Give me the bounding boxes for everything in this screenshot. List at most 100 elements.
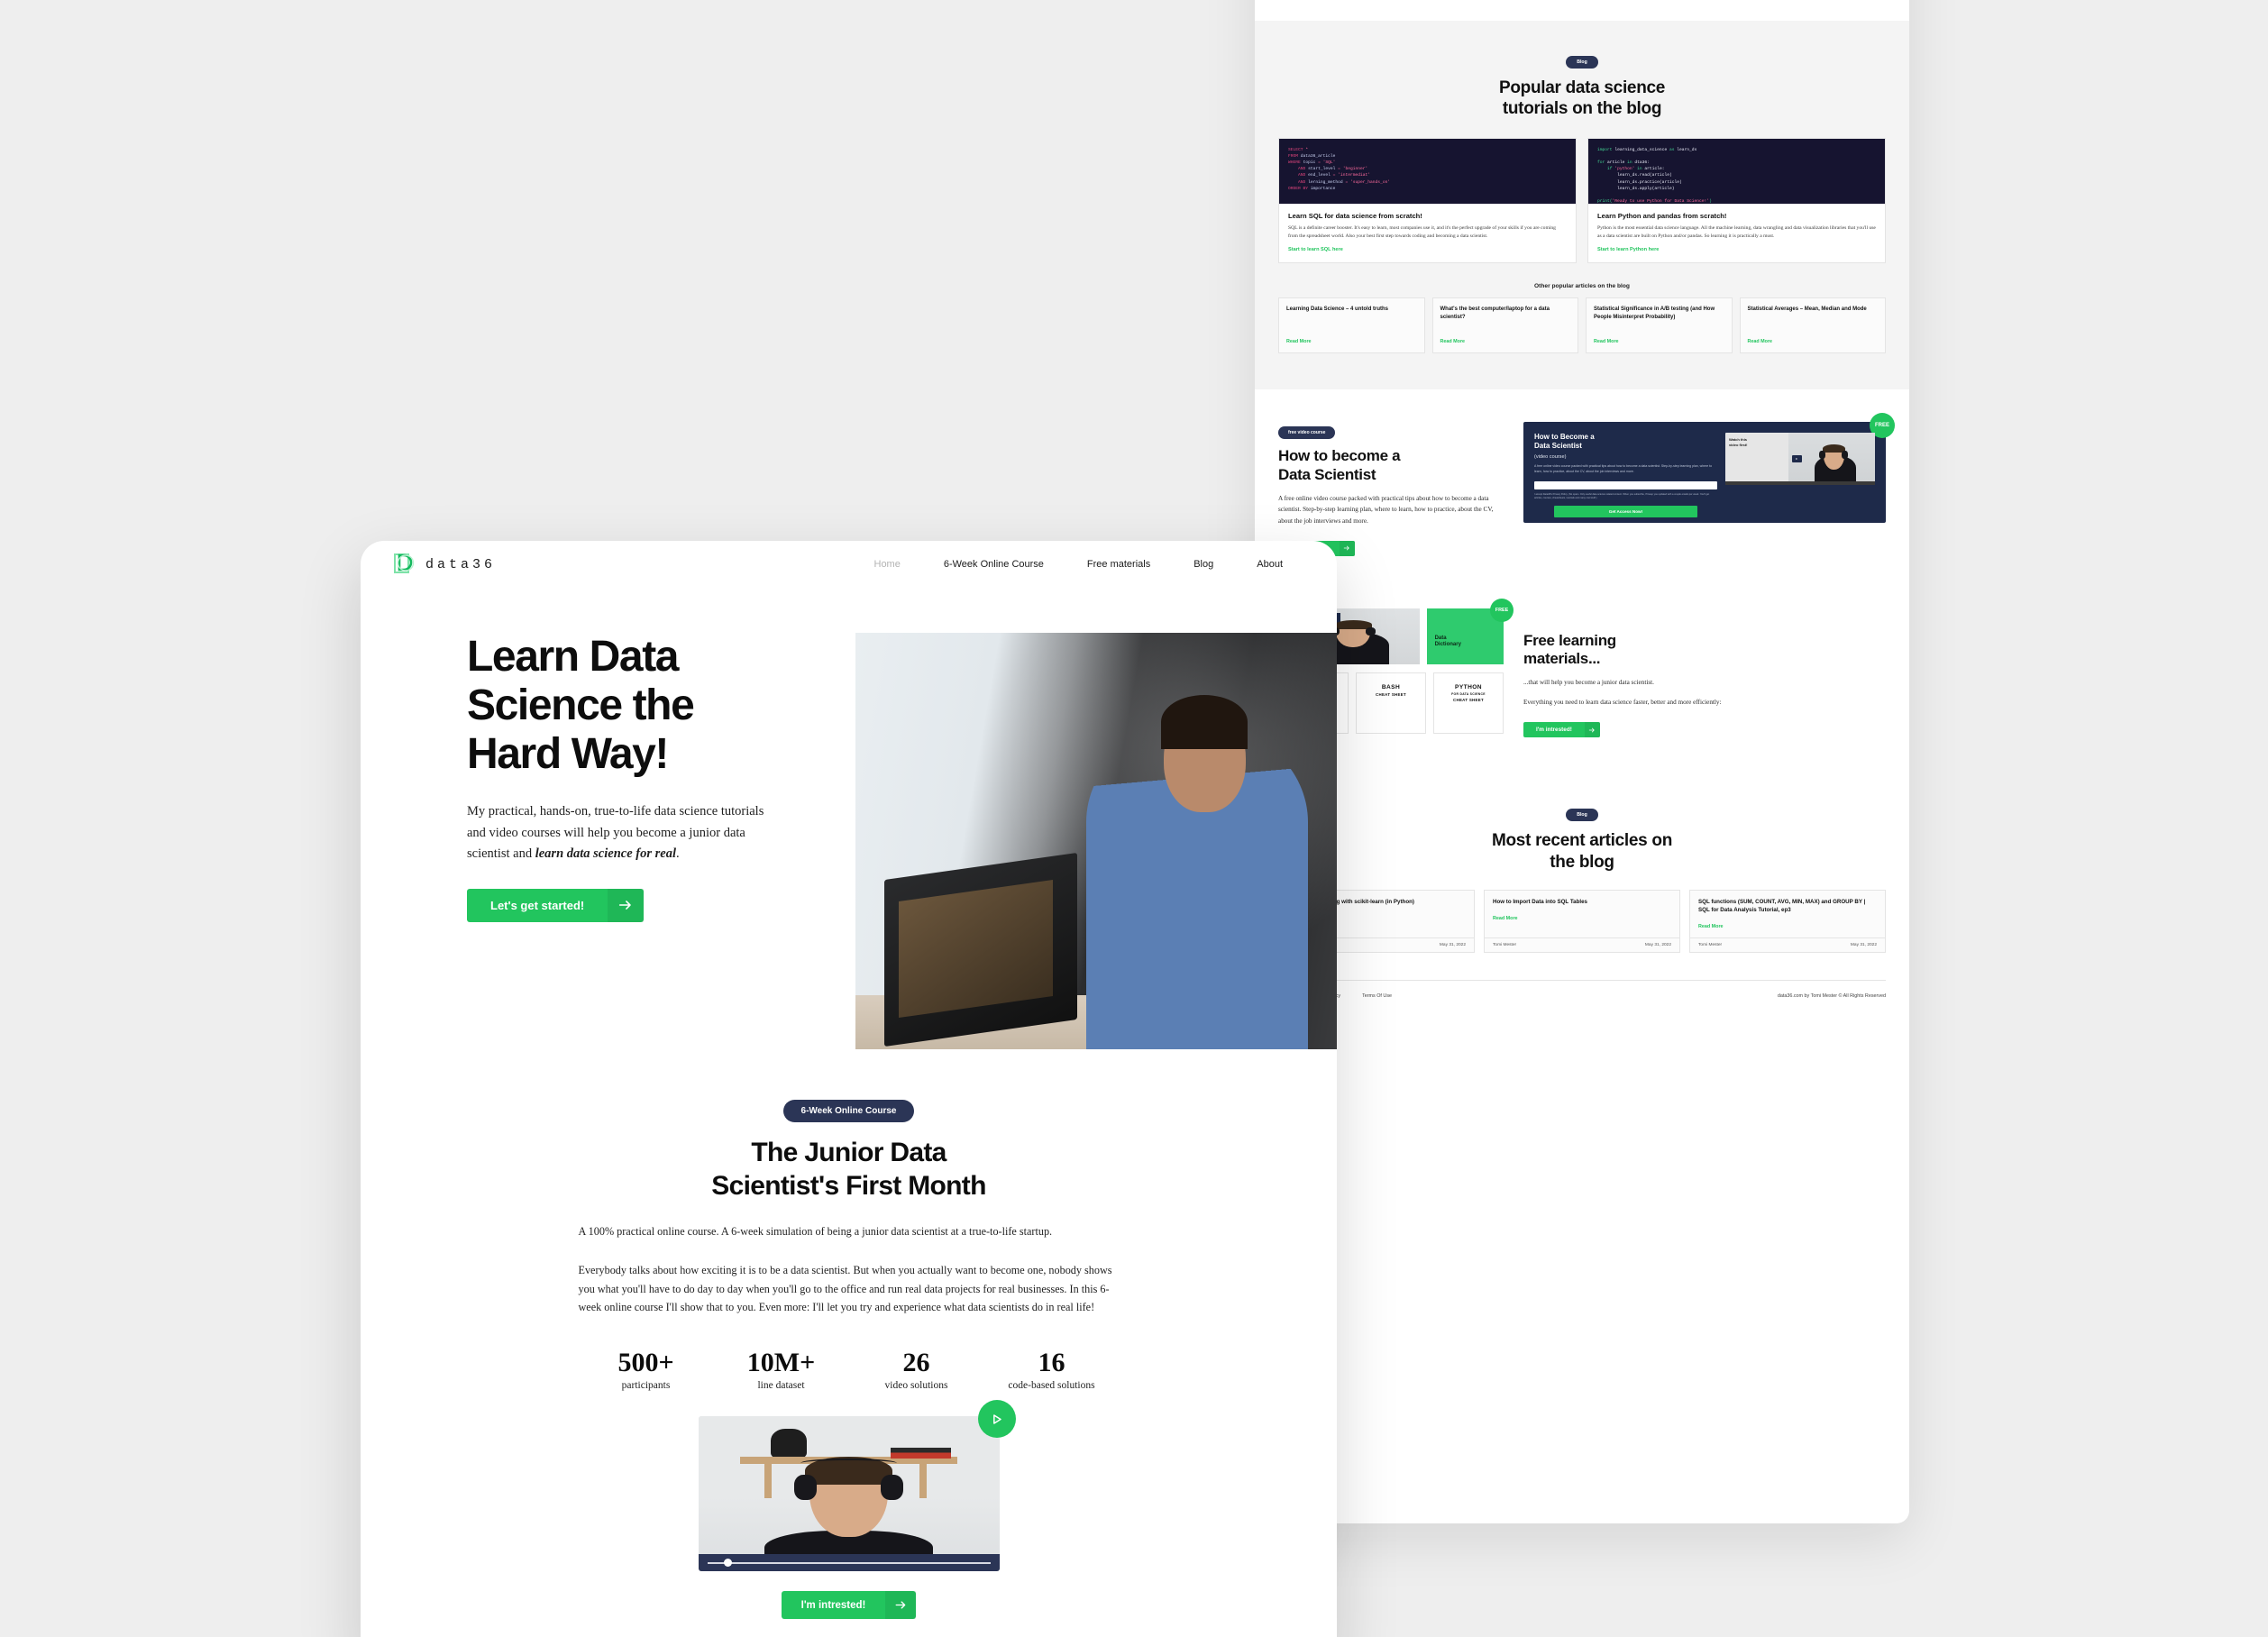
hero-title-line3: Hard Way!	[467, 729, 669, 778]
bp-other-article-title: What's the best computer/laptop for a da…	[1440, 306, 1550, 320]
bp-footer-link-terms[interactable]: Terms Of Use	[1362, 993, 1392, 999]
bp-tutorial-link[interactable]: Start to learn Python here	[1597, 247, 1876, 252]
bp-promo-email-input[interactable]	[1534, 480, 1717, 489]
bp-free-course-title-line1: How to become a	[1278, 447, 1401, 465]
bp-recent-title-line1: Most recent articles on	[1491, 831, 1673, 851]
bp-materials-paragraph-1: ...that will help you become a junior da…	[1523, 678, 1654, 686]
bp-other-article-title: Statistical Averages – Mean, Median and …	[1747, 306, 1867, 313]
bp-dictionary-line1: Data	[1434, 635, 1447, 641]
bp-other-article-card[interactable]: Statistical Averages – Mean, Median and …	[1739, 297, 1886, 354]
nav-links: Home 6-Week Online Course Free materials…	[853, 559, 1305, 570]
nav-item-free-materials[interactable]: Free materials	[1065, 559, 1172, 570]
bp-promo-blurb: A free online video course packed with p…	[1534, 464, 1713, 473]
stat-item-video-solutions: 26 video solutions	[849, 1348, 984, 1391]
stat-item-participants: 500+ participants	[579, 1348, 714, 1391]
bp-tutorial-body: SQL is a definite career booster. It's e…	[1288, 225, 1556, 239]
bp-recent-badge: Blog	[1566, 809, 1598, 822]
hero-title: Learn Data Science the Hard Way!	[467, 633, 842, 778]
bp-promo-card[interactable]: FREE How to Become a Data Scientist (vid…	[1523, 413, 1895, 524]
bp-read-more-link[interactable]: Read More	[1594, 339, 1724, 344]
course-title-line2: Scientist's First Month	[711, 1170, 986, 1201]
bp-tutorial-card[interactable]: import learning_data_science as learn_ds…	[1587, 138, 1886, 264]
bp-promo-video-thumbnail[interactable]: Watch this video first!	[1724, 433, 1875, 486]
bp-cheatsheet-sub: CHEAT SHEET	[1453, 697, 1484, 702]
scrubber-knob[interactable]	[724, 1559, 733, 1568]
course-title: The Junior Data Scientist's First Month	[361, 1137, 1337, 1203]
hero-cta-button[interactable]: Let's get started!	[467, 888, 645, 922]
nav-item-home[interactable]: Home	[853, 559, 922, 570]
course-cta-button[interactable]: I'm intrested!	[781, 1591, 917, 1620]
bp-other-article-card[interactable]: Learning Data Science – 4 untold truths …	[1278, 297, 1425, 354]
play-icon[interactable]	[1791, 454, 1802, 462]
bp-cheatsheet-name: BASH	[1381, 683, 1401, 690]
webcam-photo	[698, 1416, 1000, 1572]
sql-code-snippet: SELECT * FROM data36_article WHERE topic…	[1279, 139, 1576, 205]
hero-paragraph-emphasis: learn data science for real	[535, 846, 676, 862]
bp-cheatsheet-card[interactable]: BASH CHEAT SHEET	[1356, 672, 1426, 734]
bp-materials-title: Free learning materials...	[1523, 632, 1886, 669]
bp-tutorial-body: Python is the most essential data scienc…	[1597, 225, 1876, 239]
bp-promo-submit-button[interactable]: Get Access Now!	[1554, 505, 1697, 517]
bp-cheatsheet-name: PYTHON	[1455, 683, 1482, 690]
hero-paragraph: My practical, hands-on, true-to-life dat…	[467, 801, 782, 864]
stat-item-line-dataset: 10M+ line dataset	[714, 1348, 849, 1391]
stat-label: code-based solutions	[1008, 1380, 1095, 1392]
bp-recent-section: Blog Most recent articles on the blog K-…	[1255, 773, 1909, 999]
logo[interactable]: data36	[393, 553, 496, 576]
bp-recent-article-card[interactable]: How to Import Data into SQL Tables Read …	[1484, 889, 1680, 953]
bp-recent-title: Most recent articles on the blog	[1278, 830, 1886, 873]
bp-article-date: May 31, 2022	[1850, 942, 1877, 947]
bp-blog-section: Blog Popular data science tutorials on t…	[1255, 20, 1909, 390]
bp-other-article-card[interactable]: Statistical Significance in A/B testing …	[1586, 297, 1733, 354]
bp-materials-cta-button[interactable]: I'm intrested!	[1523, 722, 1600, 738]
hero-title-line2: Science the	[467, 681, 695, 729]
bp-read-more-link[interactable]: Read More	[1493, 916, 1671, 921]
bp-read-more-link[interactable]: Read More	[1698, 924, 1877, 929]
bp-free-course-paragraph: A free online video course packed with p…	[1278, 495, 1494, 525]
bp-tutorial-grid: SELECT * FROM data36_article WHERE topic…	[1278, 138, 1886, 264]
bp-read-more-link[interactable]: Read More	[1286, 339, 1417, 344]
play-icon[interactable]	[977, 1400, 1016, 1439]
bp-other-articles-row: Learning Data Science – 4 untold truths …	[1278, 297, 1886, 354]
stats-row: 500+ participants 10M+ line dataset 26 v…	[579, 1348, 1120, 1391]
course-paragraph-1: A 100% practical online course. A 6-week…	[578, 1225, 1053, 1239]
bp-cheatsheet-sub: CHEAT SHEET	[1376, 691, 1406, 697]
bp-tutorial-title: Learn Python and pandas from scratch!	[1597, 212, 1727, 221]
bp-other-article-card[interactable]: What's the best computer/laptop for a da…	[1431, 297, 1578, 354]
bp-tutorial-card[interactable]: SELECT * FROM data36_article WHERE topic…	[1278, 138, 1577, 264]
bp-other-article-title: Statistical Significance in A/B testing …	[1594, 306, 1715, 320]
bp-recent-article-card[interactable]: SQL functions (SUM, COUNT, AVG, MIN, MAX…	[1689, 889, 1886, 953]
front-browser-panel: data36 Home 6-Week Online Course Free ma…	[361, 541, 1337, 1637]
free-badge: FREE	[1490, 598, 1514, 622]
stat-number: 16	[1038, 1348, 1065, 1378]
course-section: 6-Week Online Course The Junior Data Sci…	[361, 1049, 1337, 1620]
bp-course-section: Scientist's First Month A 100% practical…	[1255, 0, 1909, 21]
bp-other-articles-title: Other popular articles on the blog	[1534, 283, 1630, 290]
course-video-player[interactable]	[698, 1400, 1016, 1572]
bp-article-author: Tomi Mester	[1493, 942, 1517, 947]
bp-cheatsheet-card[interactable]: PYTHON FOR DATA SCIENCE CHEAT SHEET	[1433, 672, 1504, 734]
stat-item-code-based-solutions: 16 code-based solutions	[984, 1348, 1120, 1391]
course-title-line1: The Junior Data	[751, 1138, 947, 1167]
nav-item-6-week-online-course[interactable]: 6-Week Online Course	[922, 559, 1065, 570]
course-video-thumbnail[interactable]	[698, 1416, 1000, 1572]
python-code-snippet: import learning_data_science as learn_ds…	[1588, 139, 1885, 205]
bp-read-more-link[interactable]: Read More	[1440, 339, 1571, 344]
bp-materials-paragraph-2: Everything you need to learn data scienc…	[1523, 698, 1722, 706]
bp-dictionary-line2: Dictionary	[1434, 642, 1461, 648]
bp-promo-title: How to Become a Data Scientist	[1534, 433, 1595, 451]
bp-recent-article-title: SQL functions (SUM, COUNT, AVG, MIN, MAX…	[1698, 898, 1866, 913]
nav-item-blog[interactable]: Blog	[1172, 559, 1235, 570]
arrow-right-icon	[608, 888, 645, 922]
bp-promo-video-caption-2: video first!	[1728, 442, 1748, 447]
arrow-right-icon	[885, 1591, 917, 1620]
hero-paragraph-end: .	[675, 846, 680, 862]
bp-tutorial-link[interactable]: Start to learn SQL here	[1288, 247, 1567, 252]
bp-article-date: May 31, 2022	[1644, 942, 1671, 947]
bp-recent-title-line2: the blog	[1550, 853, 1614, 873]
nav-item-about[interactable]: About	[1235, 559, 1304, 570]
video-scrubber[interactable]	[698, 1554, 1000, 1572]
stat-label: line dataset	[757, 1380, 805, 1392]
hero-section: Learn Data Science the Hard Way! My prac…	[361, 588, 1337, 1049]
bp-read-more-link[interactable]: Read More	[1748, 339, 1879, 344]
